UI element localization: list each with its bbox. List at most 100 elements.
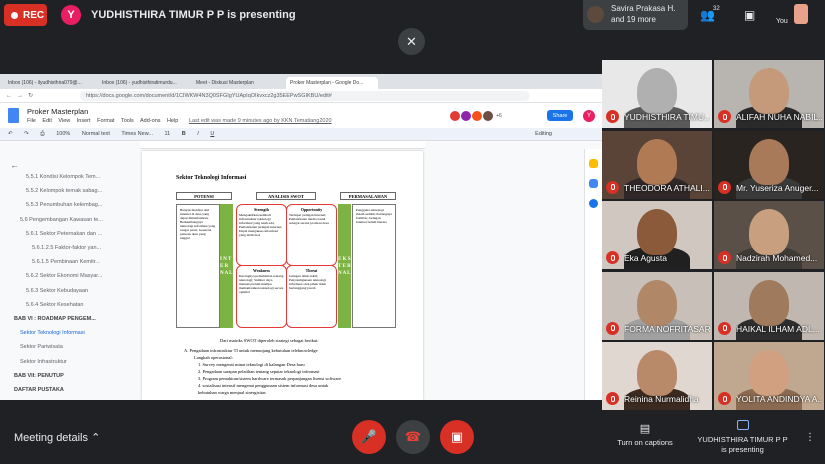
mic-muted-icon	[718, 110, 731, 123]
outline-item[interactable]: 5.5.2 Kelompok ternak sabag...	[0, 188, 108, 198]
mic-muted-icon	[718, 251, 731, 264]
threat-text: Jaringan tidak stabil; Penyalahgunaan te…	[289, 274, 327, 290]
you-label: You	[776, 18, 788, 25]
presenting-button[interactable]: YUDHISTHIRA TIMUR P Pis presenting	[695, 420, 790, 455]
outline-item[interactable]: BAB VI : ROADMAP PENGEM...	[0, 316, 108, 326]
collaborator-avatar[interactable]	[461, 111, 471, 121]
nav-arrows-icon[interactable]: ←→↻	[6, 92, 38, 99]
browser-tab-3[interactable]: Meet - Diskusi Masterplan	[192, 77, 284, 89]
outline-item[interactable]: 5.6.1.5 Pembinaan Kemitr...	[0, 259, 108, 269]
bold-icon[interactable]: B	[182, 131, 186, 137]
share-button[interactable]: Share	[547, 110, 573, 121]
italic-icon[interactable]: I	[197, 131, 199, 137]
mic-button[interactable]: 🎤	[352, 420, 386, 454]
document-title[interactable]: Proker Masterplan	[27, 107, 88, 116]
join-notification[interactable]: Savira Prakasa H. and 19 more	[583, 0, 688, 30]
collaborator-avatar[interactable]	[472, 111, 482, 121]
strength-title: Strength	[254, 207, 269, 212]
font-select[interactable]: Times New...	[121, 131, 153, 137]
more-options-icon[interactable]: ⋮	[805, 432, 815, 443]
outline-item[interactable]: 5.6 Pengembangan Kawasan te...	[0, 217, 108, 227]
undo-icon[interactable]: ↶	[8, 131, 13, 137]
outline-item[interactable]: BAB VII: PENUTUP	[0, 373, 108, 383]
chevron-up-icon: ⌃	[91, 432, 101, 444]
notification-name: Savira Prakasa H.	[611, 4, 676, 13]
mic-glyph	[722, 395, 727, 402]
browser-tab-1[interactable]: Inbox (106) - ilyudhisthira079@...	[4, 77, 96, 89]
mic-glyph	[610, 395, 615, 402]
participant-tile[interactable]: Mr. Yuseriza Anuger...	[714, 130, 824, 199]
outline-item[interactable]: Sektor Teknologi Informasi	[0, 330, 108, 340]
participant-face	[637, 68, 677, 114]
outline-item[interactable]: 5.5.1 Kondisi Kelompok Tem...	[0, 174, 108, 184]
outline-item[interactable]: 5.6.1.2.5 Faktor-faktor yan...	[0, 245, 108, 255]
participant-tile[interactable]: Reinina Nurmalidha	[602, 342, 712, 410]
last-edit-link[interactable]: Last edit was made 9 minutes ago by KKN …	[189, 118, 332, 124]
collaborators: +6	[450, 111, 505, 121]
menu-edit[interactable]: Edit	[42, 118, 51, 124]
participant-tile[interactable]: ALIFAH NUHA NABIL...	[714, 60, 824, 128]
outline-item[interactable]: DAFTAR PUSTAKA	[0, 387, 108, 397]
chat-icon[interactable]: ▣	[744, 8, 755, 22]
outline-item[interactable]: 5.6.4 Sektor Kesehatan	[0, 302, 108, 312]
calendar-icon[interactable]	[589, 199, 598, 208]
participant-tile[interactable]: Eka Agusta	[602, 201, 712, 269]
menu-view[interactable]: View	[58, 118, 70, 124]
keep-icon[interactable]	[589, 159, 598, 168]
mic-glyph	[722, 184, 727, 190]
collaborator-avatar[interactable]	[450, 111, 460, 121]
underline-icon[interactable]: U	[210, 131, 214, 137]
participant-face	[749, 279, 789, 326]
outline-item[interactable]: 5.6.1 Sektor Peternakan dan ...	[0, 231, 108, 241]
menu-addons[interactable]: Add-ons	[140, 118, 161, 124]
back-arrow-icon[interactable]: ←	[10, 160, 19, 170]
account-avatar[interactable]: Y	[583, 110, 595, 122]
outline-item[interactable]: Sektor Infrastruktur	[0, 359, 108, 369]
participant-tile[interactable]: THEODORA ATHALI...	[602, 130, 712, 199]
outline-item[interactable]: Sektor Pariwisata	[0, 344, 108, 354]
editing-mode-select[interactable]: Editing	[535, 131, 552, 137]
document-page[interactable]: Sektor Teknologi Informasi POTENSI ANALI…	[142, 151, 423, 400]
redo-icon[interactable]: ↷	[24, 131, 29, 137]
style-select[interactable]: Normal text	[82, 131, 110, 137]
zoom-select[interactable]: 100%	[56, 131, 70, 137]
menu-format[interactable]: Format	[97, 118, 114, 124]
collaborators-more[interactable]: +6	[494, 111, 504, 121]
address-bar[interactable]: https://docs.google.com/document/d/1CIWK…	[80, 91, 530, 101]
presenting-line2: is presenting	[721, 445, 764, 454]
camera-button[interactable]: ▣	[440, 420, 474, 454]
outline-item[interactable]: 5.6.2 Sektor Ekonomi Masyar...	[0, 273, 108, 283]
docs-menu-bar: File Edit View Insert Format Tools Add-o…	[27, 118, 337, 124]
outline-item[interactable]: 5.5.3 Penumbuhan kelembag...	[0, 202, 108, 212]
menu-tools[interactable]: Tools	[121, 118, 134, 124]
outline-item[interactable]: 5.6.3 Sektor Kebudayaan	[0, 288, 108, 298]
collaborator-avatar[interactable]	[483, 111, 493, 121]
browser-tab-2[interactable]: Inbox (106) - yudhisthiratimurdu...	[98, 77, 190, 89]
participant-tile[interactable]: FORMA NOFRITASARI	[602, 271, 712, 340]
participant-tile[interactable]: Nadzirah Mohamed...	[714, 201, 824, 269]
print-icon[interactable]: ⎙	[40, 131, 44, 137]
tasks-icon[interactable]	[589, 179, 598, 188]
leave-call-button[interactable]: ☎	[396, 420, 430, 454]
participant-tile[interactable]: HAIKAL ILHAM ADL...	[714, 271, 824, 340]
participant-name: Eka Agusta	[624, 253, 668, 263]
menu-insert[interactable]: Insert	[77, 118, 91, 124]
close-presentation-button[interactable]: ✕	[398, 28, 425, 55]
mic-muted-icon	[606, 321, 619, 335]
browser-tab-4[interactable]: Proker Masterplan - Google Do...	[286, 77, 378, 89]
presenting-line1: YUDHISTHIRA TIMUR P P	[697, 435, 788, 444]
participant-name: HAIKAL ILHAM ADL...	[736, 323, 820, 334]
participant-tile[interactable]: YUDHISTHIRA TIMU...	[602, 60, 712, 128]
font-size-select[interactable]: 11	[165, 131, 171, 137]
threat-quadrant: Threat Jaringan tidak stabil; Penyalahgun…	[286, 265, 337, 328]
docs-logo-icon[interactable]	[8, 108, 19, 123]
self-video-thumbnail[interactable]	[794, 4, 808, 24]
eksternal-label: E K S T E R N A L	[338, 204, 351, 328]
menu-help[interactable]: Help	[167, 118, 178, 124]
meeting-details-button[interactable]: Meeting details ⌃	[14, 431, 100, 444]
meeting-details-label: Meeting details	[14, 432, 88, 444]
menu-file[interactable]: File	[27, 118, 36, 124]
participant-tile[interactable]: YOLITA ANDINDYA A...	[714, 342, 824, 410]
rec-label: REC	[23, 9, 45, 21]
captions-button[interactable]: ▤ Turn on captions	[610, 422, 680, 447]
